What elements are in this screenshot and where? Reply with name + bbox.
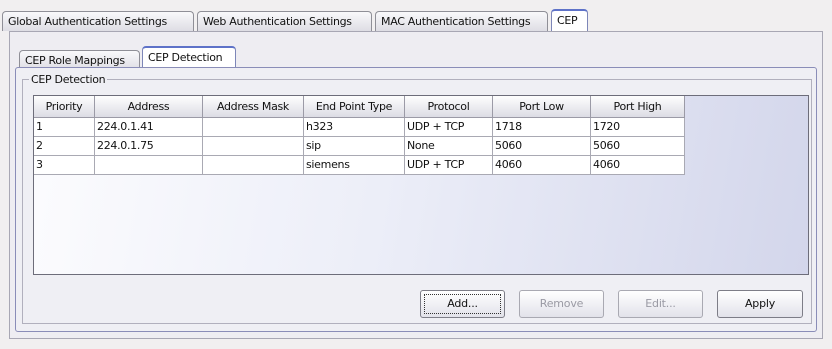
tab-cep[interactable]: CEP: [551, 9, 588, 31]
tab-global-authentication-settings[interactable]: Global Authentication Settings: [2, 11, 194, 31]
cell-address-mask: [203, 156, 304, 175]
apply-button[interactable]: Apply: [717, 290, 803, 318]
group-title: CEP Detection: [29, 73, 108, 86]
cell-end-point-type: siemens: [304, 156, 405, 175]
edit-button[interactable]: Edit...: [618, 290, 703, 318]
cell-protocol: UDP + TCP: [405, 156, 493, 175]
column-header-port-low[interactable]: Port Low: [493, 96, 591, 118]
tab-label: MAC Authentication Settings: [381, 15, 531, 28]
table-row[interactable]: 1 224.0.1.41 h323 UDP + TCP 1718 1720: [34, 118, 685, 137]
column-header-port-high[interactable]: Port High: [591, 96, 685, 118]
cell-protocol: None: [405, 137, 493, 156]
remove-button[interactable]: Remove: [519, 290, 604, 318]
cell-priority: 2: [34, 137, 95, 156]
remove-button-label: Remove: [539, 297, 584, 310]
cell-address: 224.0.1.75: [95, 137, 203, 156]
cell-address-mask: [203, 118, 304, 137]
add-button[interactable]: Add...: [420, 290, 505, 318]
column-header-protocol[interactable]: Protocol: [405, 96, 493, 118]
tab-label: Web Authentication Settings: [203, 15, 352, 28]
column-header-priority[interactable]: Priority: [34, 96, 95, 118]
tab-label: CEP Detection: [148, 51, 223, 64]
edit-button-label: Edit...: [645, 297, 676, 310]
cell-end-point-type: sip: [304, 137, 405, 156]
table-body: 1 224.0.1.41 h323 UDP + TCP 1718 1720 2 …: [34, 118, 685, 175]
cell-port-high: 4060: [591, 156, 685, 175]
tab-web-authentication-settings[interactable]: Web Authentication Settings: [197, 11, 372, 31]
table-row[interactable]: 3 siemens UDP + TCP 4060 4060: [34, 156, 685, 175]
focus-indicator: [424, 294, 501, 314]
cell-port-low: 5060: [493, 137, 591, 156]
tab-label: Global Authentication Settings: [8, 15, 167, 28]
cell-address-mask: [203, 137, 304, 156]
table-row[interactable]: 2 224.0.1.75 sip None 5060 5060: [34, 137, 685, 156]
column-header-address[interactable]: Address: [95, 96, 203, 118]
column-header-end-point-type[interactable]: End Point Type: [304, 96, 405, 118]
cell-port-high: 5060: [591, 137, 685, 156]
cell-protocol: UDP + TCP: [405, 118, 493, 137]
tab-label: CEP Role Mappings: [25, 54, 125, 67]
table-header: Priority Address Address Mask End Point …: [34, 96, 685, 118]
tab-label: CEP: [557, 14, 578, 27]
cell-priority: 1: [34, 118, 95, 137]
cell-end-point-type: h323: [304, 118, 405, 137]
tab-mac-authentication-settings[interactable]: MAC Authentication Settings: [375, 11, 548, 31]
cell-port-low: 4060: [493, 156, 591, 175]
cell-priority: 3: [34, 156, 95, 175]
cell-address: 224.0.1.41: [95, 118, 203, 137]
cep-detection-table[interactable]: Priority Address Address Mask End Point …: [33, 95, 809, 275]
column-header-address-mask[interactable]: Address Mask: [203, 96, 304, 118]
cell-port-low: 1718: [493, 118, 591, 137]
cell-address: [95, 156, 203, 175]
apply-button-label: Apply: [744, 297, 776, 310]
cell-port-high: 1720: [591, 118, 685, 137]
tab-cep-detection[interactable]: CEP Detection: [142, 46, 236, 68]
